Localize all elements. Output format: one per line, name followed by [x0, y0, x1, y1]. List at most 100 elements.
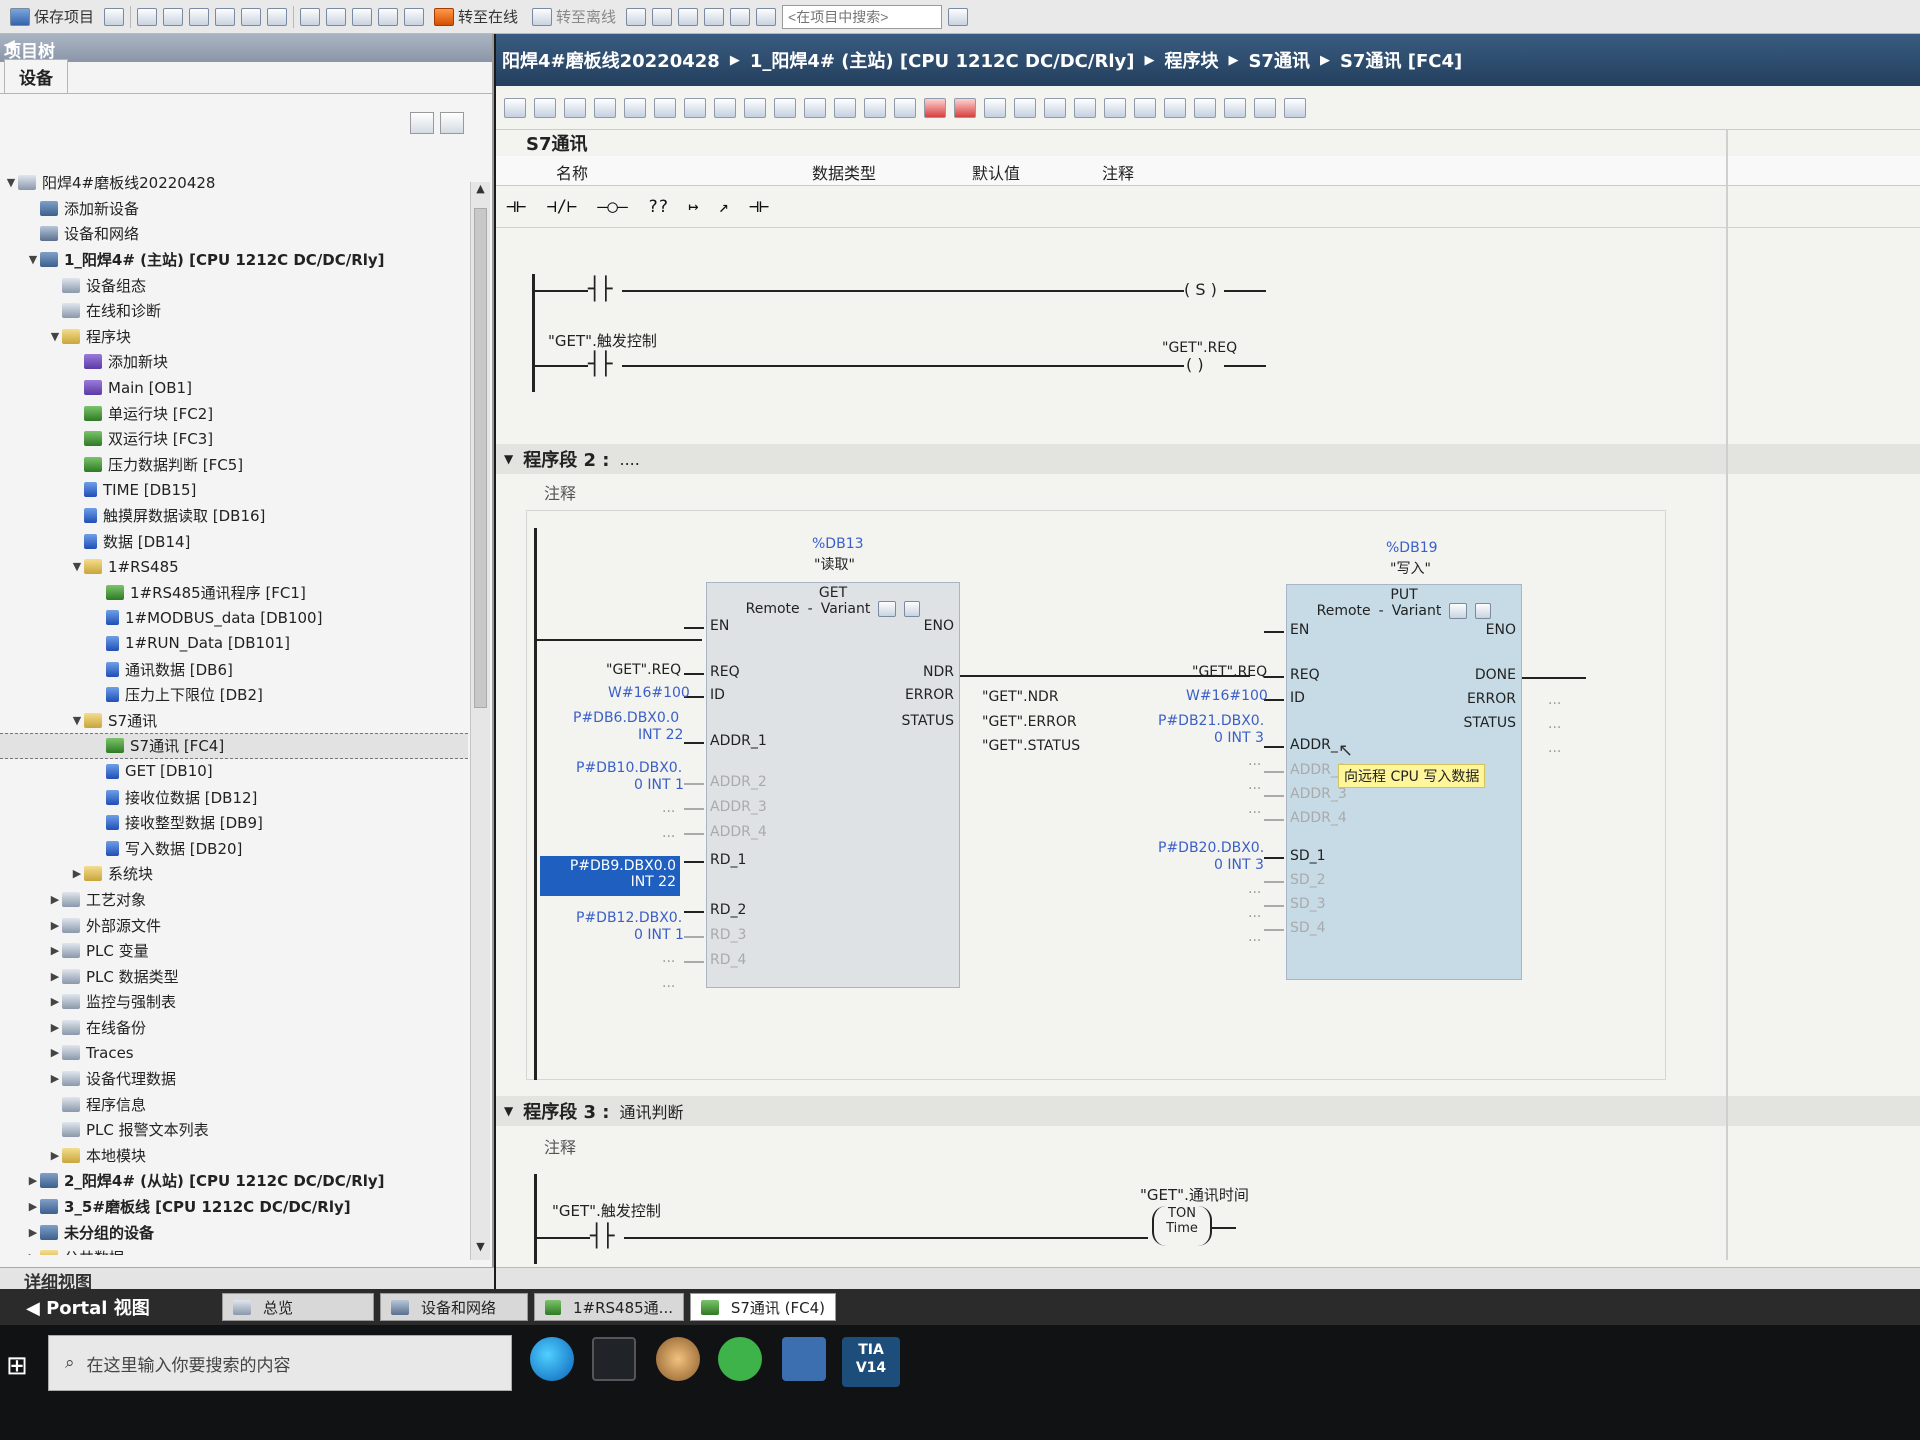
- put-sd3-operand[interactable]: ...: [1248, 905, 1261, 921]
- put-addr4-operand[interactable]: ...: [1248, 801, 1261, 817]
- tree-item[interactable]: ▶ 工艺对象: [0, 887, 468, 913]
- tree-item[interactable]: ▶ 本地模块: [0, 1143, 468, 1169]
- expand-arrow-icon[interactable]: ▶: [48, 970, 62, 983]
- expand-arrow-icon[interactable]: ▶: [26, 1251, 40, 1255]
- get-ndr-operand[interactable]: "GET".NDR: [982, 689, 1059, 705]
- download-icon[interactable]: [326, 7, 347, 26]
- update-block-icon[interactable]: [984, 97, 1006, 118]
- network-title-text[interactable]: 通讯判断: [620, 1099, 684, 1123]
- tab-devices[interactable]: 设备: [4, 59, 68, 93]
- tree-item[interactable]: ▼ 阳焊4#磨板线20220428: [0, 170, 468, 196]
- display-icon[interactable]: [864, 97, 886, 118]
- tree-item[interactable]: ▶ 2_阳焊4# (从站) [CPU 1212C DC/DC/Rly]: [0, 1168, 468, 1194]
- search-icon[interactable]: [948, 7, 969, 26]
- scrollbar-thumb[interactable]: [474, 208, 487, 708]
- get-addr1-operand[interactable]: P#DB6.DBX0.0: [573, 710, 679, 726]
- tree-item[interactable]: 1#RS485通讯程序 [FC1]: [0, 580, 468, 606]
- tree-item[interactable]: ▶ 公共数据: [0, 1245, 468, 1255]
- tree-item[interactable]: 触摸屏数据读取 [DB16]: [0, 503, 468, 529]
- properties-icon[interactable]: [440, 112, 464, 134]
- split-horizontal-icon[interactable]: [730, 7, 751, 26]
- comments-icon[interactable]: [744, 97, 766, 118]
- network-3-header[interactable]: ▼ 程序段 3 : 通讯判断: [496, 1096, 1920, 1126]
- watch-icon[interactable]: [1254, 97, 1276, 118]
- put-sd2-operand[interactable]: ...: [1248, 881, 1261, 897]
- get-req-operand[interactable]: "GET".REQ: [606, 662, 681, 678]
- paint-icon[interactable]: [656, 1337, 700, 1381]
- put-done-operand[interactable]: ...: [1548, 692, 1561, 708]
- close-branch-icon[interactable]: ↗: [719, 197, 729, 217]
- breadcrumb-item[interactable]: S7通讯: [1248, 47, 1310, 73]
- column-data-type[interactable]: 数据类型: [812, 156, 972, 185]
- project-search-input[interactable]: [782, 4, 943, 29]
- get-id-operand[interactable]: W#16#100: [608, 685, 690, 701]
- collapse-network-icon[interactable]: ▼: [504, 1104, 513, 1118]
- tree-item[interactable]: 双运行块 [FC3]: [0, 426, 468, 452]
- print-icon[interactable]: [104, 7, 125, 26]
- expand-arrow-icon[interactable]: ▶: [70, 867, 84, 880]
- cut-icon[interactable]: [137, 7, 158, 26]
- coil-icon[interactable]: ( ): [1186, 355, 1204, 374]
- next-error-icon[interactable]: [954, 97, 976, 118]
- breadcrumb-item[interactable]: 程序块: [1164, 47, 1218, 73]
- tree-item[interactable]: 在线和诊断: [0, 298, 468, 324]
- paste-icon[interactable]: [189, 7, 210, 26]
- add-row-icon[interactable]: [594, 97, 616, 118]
- expand-arrow-icon[interactable]: ▶: [48, 1021, 62, 1034]
- copy-icon[interactable]: [163, 7, 184, 26]
- insert-row-icon[interactable]: [564, 97, 586, 118]
- put-sd4-operand[interactable]: ...: [1248, 929, 1261, 945]
- tree-item[interactable]: ▶ 监控与强制表: [0, 989, 468, 1015]
- expand-all-icon[interactable]: [654, 97, 676, 118]
- delete-network-icon[interactable]: [534, 97, 556, 118]
- overview-icon[interactable]: [410, 112, 434, 134]
- nc-contact-icon[interactable]: ⊣/⊢: [546, 197, 577, 217]
- tree-item[interactable]: ▶ 外部源文件: [0, 912, 468, 938]
- detail-view-header[interactable]: 详细视图: [0, 1267, 494, 1293]
- expand-arrow-icon[interactable]: ▼: [48, 330, 62, 343]
- expand-arrow-icon[interactable]: ▼: [26, 253, 40, 266]
- tree-item[interactable]: 设备和网络: [0, 221, 468, 247]
- network-comments-icon[interactable]: [894, 97, 916, 118]
- monitoring-on-off-icon[interactable]: [1194, 97, 1216, 118]
- compare-icon[interactable]: [1014, 97, 1036, 118]
- tree-item[interactable]: GET [DB10]: [0, 759, 468, 785]
- tree-item[interactable]: 写入数据 [DB20]: [0, 835, 468, 861]
- terminal-icon[interactable]: [592, 1337, 636, 1381]
- indent-icon[interactable]: [1104, 97, 1126, 118]
- compile-icon[interactable]: [300, 7, 321, 26]
- coil-icon[interactable]: –◯–: [597, 197, 628, 217]
- breadcrumb-item[interactable]: 阳焊4#磨板线20220428: [502, 47, 720, 73]
- diagnostics-icon[interactable]: [904, 601, 921, 617]
- expand-arrow-icon[interactable]: ▶: [26, 1200, 40, 1213]
- breakpoint-icon[interactable]: [1224, 97, 1246, 118]
- timer-coil[interactable]: TON Time: [1152, 1206, 1212, 1246]
- expand-arrow-icon[interactable]: ▶: [48, 995, 62, 1008]
- go-offline-button[interactable]: 转至离线: [528, 4, 620, 30]
- get-rd2-operand[interactable]: P#DB12.DBX0.: [576, 910, 682, 926]
- get-addr4-operand[interactable]: ...: [662, 825, 675, 841]
- column-default-value[interactable]: 默认值: [972, 156, 1102, 185]
- config-icon[interactable]: [878, 601, 897, 617]
- open-branch-icon[interactable]: ↦: [688, 197, 698, 217]
- tree-item[interactable]: ▶ 3_5#磨板线 [CPU 1212C DC/DC/Rly]: [0, 1194, 468, 1220]
- tab-rs485[interactable]: 1#RS485通...: [534, 1293, 684, 1321]
- get-error-operand[interactable]: "GET".ERROR: [982, 714, 1077, 730]
- tree-item[interactable]: 程序信息: [0, 1091, 468, 1117]
- contact-icon[interactable]: ┤├: [588, 277, 612, 302]
- tab-s7-fc4[interactable]: S7通讯 (FC4): [690, 1293, 836, 1321]
- tree-item[interactable]: Main [OB1]: [0, 375, 468, 401]
- tab-overview[interactable]: 总览: [222, 1293, 374, 1321]
- network-comment[interactable]: 注释: [544, 480, 576, 504]
- tree-item[interactable]: 数据 [DB14]: [0, 528, 468, 554]
- diagnostics-icon[interactable]: [1475, 603, 1492, 619]
- get-status-operand[interactable]: "GET".STATUS: [982, 738, 1080, 754]
- tree-item[interactable]: ▶ 在线备份: [0, 1015, 468, 1041]
- put-addr2-operand[interactable]: ...: [1248, 753, 1261, 769]
- start-cpu-icon[interactable]: [652, 7, 673, 26]
- tree-item[interactable]: ▼ S7通讯: [0, 707, 468, 733]
- tree-item[interactable]: 压力上下限位 [DB2]: [0, 682, 468, 708]
- tree-item[interactable]: 单运行块 [FC2]: [0, 400, 468, 426]
- network-comment[interactable]: 注释: [544, 1134, 576, 1158]
- edge-browser-icon[interactable]: [530, 1337, 574, 1381]
